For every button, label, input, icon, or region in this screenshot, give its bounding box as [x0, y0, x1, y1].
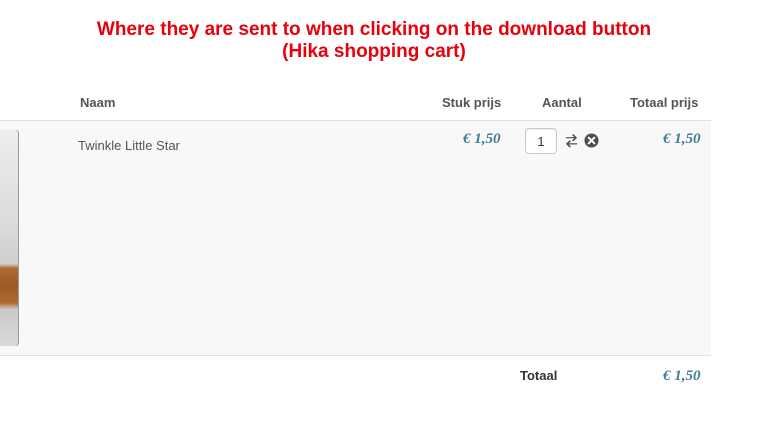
quantity-input[interactable] [525, 128, 557, 154]
annotation-line-2: (Hika shopping cart) [282, 41, 466, 62]
cart-total-label: Totaal [520, 368, 558, 383]
cart-table-header: Naam Stuk prijs Aantal Totaal prijs [0, 84, 711, 121]
unit-price: € 1,50 [463, 131, 501, 147]
item-total-price: € 1,50 [663, 131, 701, 147]
column-header-name: Naam [80, 95, 116, 110]
column-header-quantity: Aantal [542, 95, 582, 110]
annotation-line-1: Where they are sent to when clicking on … [96, 19, 652, 40]
cart-item-row: Twinkle Little Star € 1,50 € 1,50 [0, 121, 711, 356]
cart-page: Where they are sent to when clicking on … [0, 0, 769, 448]
column-header-unit-price: Stuk prijs [442, 95, 502, 110]
column-header-total-price: Totaal prijs [630, 95, 699, 110]
remove-icon[interactable] [584, 133, 599, 148]
refresh-icon[interactable] [564, 134, 579, 149]
annotation-caption: Where they are sent to when clicking on … [0, 19, 748, 63]
product-name[interactable]: Twinkle Little Star [78, 138, 180, 153]
cart-total-value: € 1,50 [663, 368, 701, 384]
product-thumbnail[interactable] [0, 130, 19, 346]
